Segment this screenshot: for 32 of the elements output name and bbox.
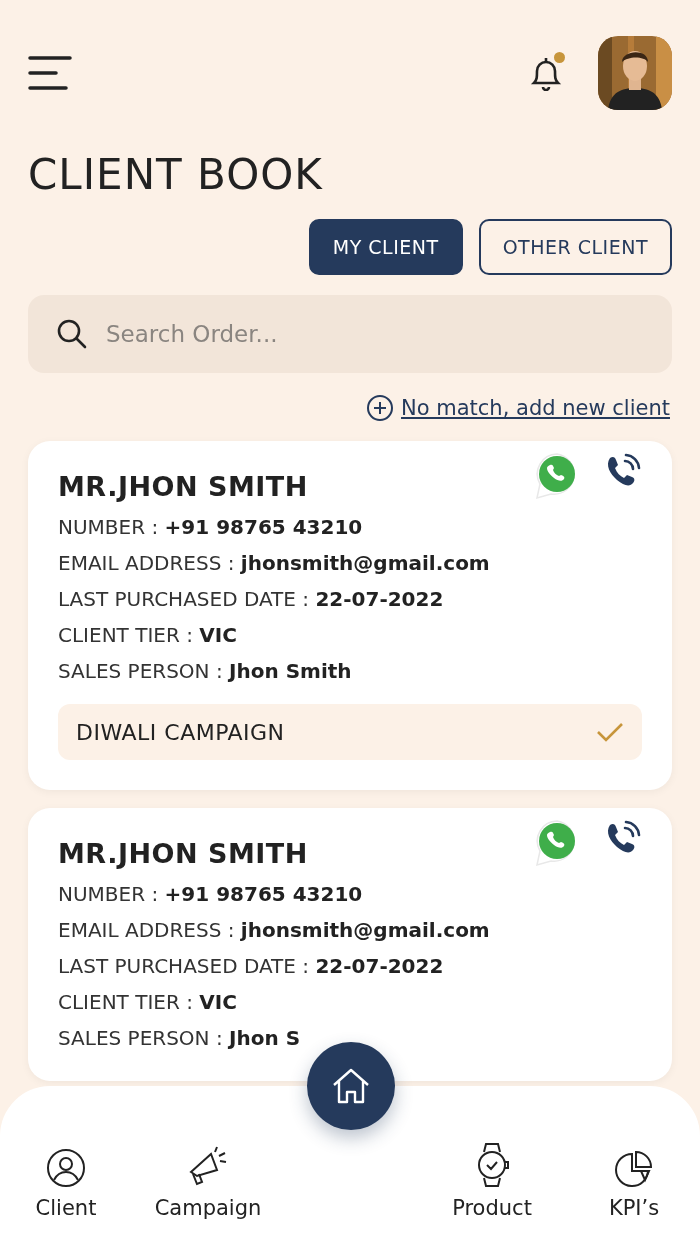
client-detail: SALES PERSON : Jhon Smith [58, 658, 353, 684]
page-title: CLIENT BOOK [28, 150, 324, 199]
client-detail: NUMBER : +91 98765 43210 [58, 881, 364, 907]
client-detail: CLIENT TIER : VIC [58, 989, 238, 1015]
pie-chart-icon [615, 1150, 653, 1188]
menu-icon[interactable] [28, 56, 72, 90]
client-detail: NUMBER : +91 98765 43210 [58, 514, 364, 540]
client-name: MR.JHON SMITH [58, 838, 309, 869]
add-client-link[interactable]: No match, add new client [367, 395, 670, 421]
bell-icon [530, 55, 562, 91]
search-icon [56, 318, 88, 350]
nav-item[interactable]: Product [432, 1142, 552, 1220]
nav-item[interactable]: Client [6, 1148, 126, 1220]
campaign-tag[interactable]: DIWALI CAMPAIGN [58, 704, 642, 760]
client-detail: SALES PERSON : Jhon S [58, 1025, 302, 1051]
plus-circle-icon [367, 395, 394, 421]
client-detail: EMAIL ADDRESS : jhonsmith@gmail.com [58, 550, 491, 576]
person-icon [46, 1148, 86, 1188]
home-icon [331, 1067, 371, 1105]
client-detail: LAST PURCHASED DATE : 22-07-2022 [58, 586, 445, 612]
notification-button[interactable] [530, 55, 562, 91]
tab[interactable]: MY CLIENT [308, 219, 463, 275]
home-button[interactable] [307, 1042, 395, 1130]
tab[interactable]: OTHER CLIENT [478, 219, 672, 275]
nav-item[interactable]: KPI’s [574, 1150, 694, 1220]
campaign-name: DIWALI CAMPAIGN [76, 719, 285, 745]
client-detail: CLIENT TIER : VIC [58, 622, 238, 648]
nav-item[interactable]: Campaign [148, 1146, 268, 1220]
client-detail: EMAIL ADDRESS : jhonsmith@gmail.com [58, 917, 491, 943]
search-field[interactable]: Search Order... [28, 295, 672, 373]
client-name: MR.JHON SMITH [58, 471, 309, 502]
client-detail: LAST PURCHASED DATE : 22-07-2022 [58, 953, 445, 979]
